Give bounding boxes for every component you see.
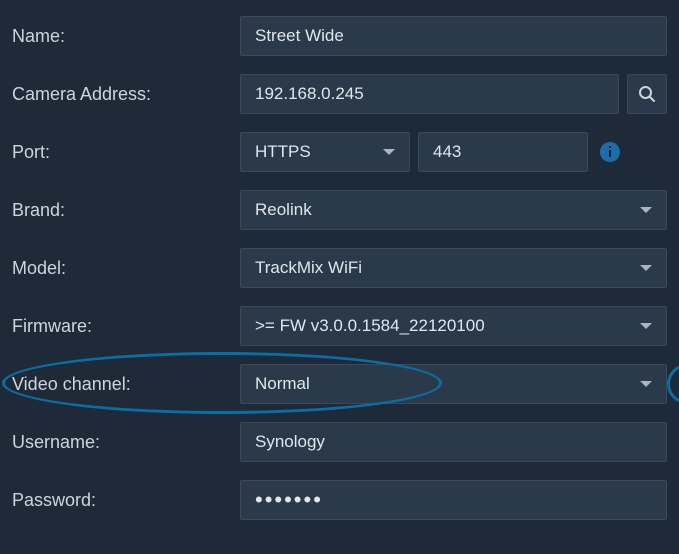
- search-icon: [638, 85, 656, 103]
- video-channel-value: Normal: [255, 374, 310, 394]
- brand-select[interactable]: Reolink: [240, 190, 667, 230]
- row-video-channel: Video channel: Normal: [12, 364, 667, 404]
- address-input[interactable]: 192.168.0.245: [240, 74, 619, 114]
- chevron-down-icon: [383, 149, 395, 155]
- password-input-area: •••••••: [240, 480, 667, 520]
- port-label: Port:: [12, 142, 232, 163]
- info-icon: [599, 141, 621, 163]
- model-select[interactable]: TrackMix WiFi: [240, 248, 667, 288]
- brand-value: Reolink: [255, 200, 312, 220]
- camera-config-form: Name: Street Wide Camera Address: 192.16…: [0, 0, 679, 554]
- chevron-down-icon: [640, 265, 652, 271]
- search-camera-button[interactable]: [627, 74, 667, 114]
- firmware-select[interactable]: >= FW v3.0.0.1584_22120100: [240, 306, 667, 346]
- brand-input-area: Reolink: [240, 190, 667, 230]
- firmware-label: Firmware:: [12, 316, 232, 337]
- row-port: Port: HTTPS 443: [12, 132, 667, 172]
- password-input[interactable]: •••••••: [240, 480, 667, 520]
- address-input-area: 192.168.0.245: [240, 74, 667, 114]
- port-number-input[interactable]: 443: [418, 132, 588, 172]
- username-input-area: Synology: [240, 422, 667, 462]
- name-value: Street Wide: [255, 26, 344, 46]
- chevron-down-icon: [640, 207, 652, 213]
- row-password: Password: •••••••: [12, 480, 667, 520]
- port-input-area: HTTPS 443: [240, 132, 667, 172]
- name-input-area: Street Wide: [240, 16, 667, 56]
- row-name: Name: Street Wide: [12, 16, 667, 56]
- password-label: Password:: [12, 490, 232, 511]
- video-channel-input-area: Normal: [240, 364, 667, 404]
- firmware-input-area: >= FW v3.0.0.1584_22120100: [240, 306, 667, 346]
- password-value: •••••••: [255, 489, 323, 511]
- protocol-value: HTTPS: [255, 142, 311, 162]
- port-number-value: 443: [433, 142, 461, 162]
- username-input[interactable]: Synology: [240, 422, 667, 462]
- model-label: Model:: [12, 258, 232, 279]
- row-brand: Brand: Reolink: [12, 190, 667, 230]
- firmware-value: >= FW v3.0.0.1584_22120100: [255, 316, 485, 336]
- brand-label: Brand:: [12, 200, 232, 221]
- video-channel-select[interactable]: Normal: [240, 364, 667, 404]
- chevron-down-icon: [640, 323, 652, 329]
- username-value: Synology: [255, 432, 325, 452]
- row-firmware: Firmware: >= FW v3.0.0.1584_22120100: [12, 306, 667, 346]
- address-label: Camera Address:: [12, 84, 232, 105]
- address-value: 192.168.0.245: [255, 84, 364, 104]
- port-info-button[interactable]: [596, 138, 624, 166]
- video-channel-label: Video channel:: [12, 374, 232, 395]
- model-value: TrackMix WiFi: [255, 258, 362, 278]
- name-label: Name:: [12, 26, 232, 47]
- row-model: Model: TrackMix WiFi: [12, 248, 667, 288]
- row-username: Username: Synology: [12, 422, 667, 462]
- model-input-area: TrackMix WiFi: [240, 248, 667, 288]
- row-address: Camera Address: 192.168.0.245: [12, 74, 667, 114]
- protocol-select[interactable]: HTTPS: [240, 132, 410, 172]
- username-label: Username:: [12, 432, 232, 453]
- name-input[interactable]: Street Wide: [240, 16, 667, 56]
- chevron-down-icon: [640, 381, 652, 387]
